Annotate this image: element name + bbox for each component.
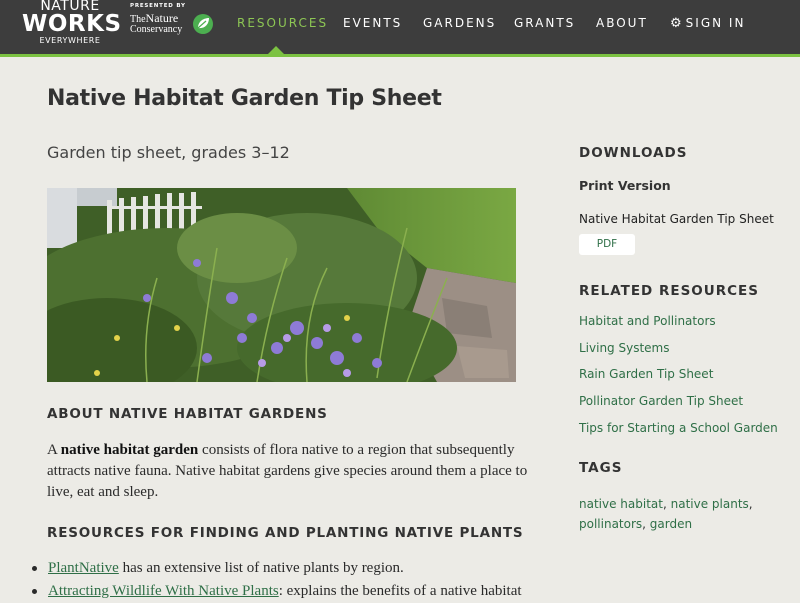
tag-pollinators[interactable]: pollinators <box>579 517 642 531</box>
related-resources-list: Habitat and Pollinators Living Systems R… <box>579 314 778 447</box>
resources-list: PlantNative has an extensive list of nat… <box>32 557 548 603</box>
garden-photo-illustration <box>47 188 516 382</box>
about-prefix: A <box>47 442 61 458</box>
page-title: Native Habitat Garden Tip Sheet <box>47 86 442 111</box>
about-heading: ABOUT NATIVE HABITAT GARDENS <box>47 406 328 422</box>
related-link-habitat-pollinators[interactable]: Habitat and Pollinators <box>579 314 778 341</box>
active-nav-indicator <box>268 46 284 54</box>
related-link-pollinator-garden[interactable]: Pollinator Garden Tip Sheet <box>579 394 778 421</box>
attracting-wildlife-link[interactable]: Attracting Wildlife With Native Plants <box>48 583 279 599</box>
list-item: PlantNative has an extensive list of nat… <box>32 557 548 580</box>
nature-conservancy-logo: TheNature Conservancy <box>130 11 183 35</box>
page-subtitle: Garden tip sheet, grades 3–12 <box>47 143 290 162</box>
downloads-heading: DOWNLOADS <box>579 145 688 161</box>
related-link-rain-garden[interactable]: Rain Garden Tip Sheet <box>579 367 778 394</box>
nav-resources[interactable]: RESOURCES <box>237 16 328 30</box>
tag-separator: , <box>748 497 753 511</box>
nav-gardens[interactable]: GARDENS <box>423 16 496 30</box>
related-link-school-garden[interactable]: Tips for Starting a School Garden <box>579 421 778 448</box>
tag-separator: , <box>642 517 650 531</box>
tags-heading: TAGS <box>579 460 623 476</box>
related-resources-heading: RELATED RESOURCES <box>579 283 759 299</box>
resources-heading: RESOURCES FOR FINDING AND PLANTING NATIV… <box>47 525 524 541</box>
header-accent-bar <box>0 54 800 57</box>
tag-native-habitat[interactable]: native habitat <box>579 497 663 511</box>
about-paragraph: A native habitat garden consists of flor… <box>47 440 547 503</box>
tag-native-plants[interactable]: native plants <box>671 497 749 511</box>
related-link-living-systems[interactable]: Living Systems <box>579 341 778 368</box>
nav-about[interactable]: ABOUT <box>596 16 648 30</box>
download-file-name: Native Habitat Garden Tip Sheet <box>579 212 774 226</box>
nav-sign-in-label: SIGN IN <box>685 16 746 30</box>
conservancy-leaf-icon <box>193 14 213 34</box>
about-bold-term: native habitat garden <box>60 442 199 458</box>
plantnative-link[interactable]: PlantNative <box>48 560 119 576</box>
pdf-download-button[interactable]: PDF <box>579 234 635 255</box>
tags-list: native habitat, native plants, pollinato… <box>579 494 779 534</box>
presented-by-block[interactable]: PRESENTED BY TheNature Conservancy <box>130 3 220 43</box>
tag-separator: , <box>662 497 671 511</box>
list-item-text: : explains the benefits of a native habi… <box>278 583 522 599</box>
site-header: NATURE WORKS EVERYWHERE PRESENTED BY The… <box>0 0 800 54</box>
nav-sign-in[interactable]: ⚙ SIGN IN <box>670 16 745 31</box>
nature-works-everywhere-logo[interactable]: NATURE WORKS EVERYWHERE <box>22 0 122 50</box>
nav-grants[interactable]: GRANTS <box>514 16 575 30</box>
partner-line-2: Nature <box>145 11 179 25</box>
presented-by-label: PRESENTED BY <box>130 3 186 9</box>
nav-events[interactable]: EVENTS <box>343 16 402 30</box>
tag-garden[interactable]: garden <box>650 517 692 531</box>
print-version-label: Print Version <box>579 178 671 193</box>
partner-line-3: Conservancy <box>130 24 183 35</box>
logo-line-2: WORKS <box>22 11 122 37</box>
garden-hero-image <box>47 188 516 382</box>
gear-icon: ⚙ <box>670 16 682 31</box>
list-item: Attracting Wildlife With Native Plants: … <box>32 580 548 603</box>
list-item-text: has an extensive list of native plants b… <box>118 560 404 576</box>
